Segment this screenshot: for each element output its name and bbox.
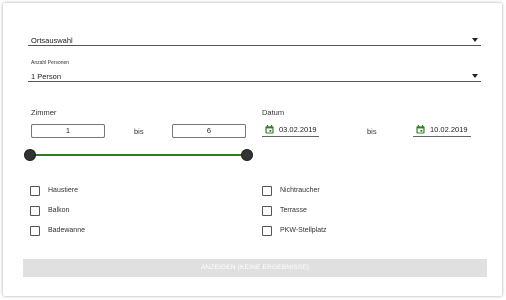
rooms-max-input[interactable]: 6 [172,124,246,138]
date-from-field[interactable]: 03.02.2019 [262,124,319,137]
persons-select[interactable]: 1 Person [28,69,481,82]
caret-down-icon [472,38,478,42]
checkbox-box[interactable] [30,226,40,236]
show-results-button[interactable]: ANZEIGEN (KEINE ERGEBNISSE) [23,259,487,277]
rooms-slider-max-handle[interactable] [241,149,253,161]
checkbox-label: Haustiere [48,187,78,194]
rooms-slider-track[interactable] [30,154,247,156]
calendar-icon [416,125,425,134]
persons-select-value: 1 Person [31,72,62,81]
date-to-field[interactable]: 10.02.2019 [413,124,471,137]
rooms-separator: bis [134,127,144,136]
checkbox-label: PKW-Stellplatz [280,227,327,234]
calendar-icon [265,125,274,134]
date-to-value: 10.02.2019 [430,125,468,134]
checkbox-box[interactable] [262,226,272,236]
rooms-label: Zimmer [31,108,57,117]
search-filter-card [3,3,502,296]
checkbox-label: Badewanne [48,227,85,234]
checkbox-box[interactable] [262,206,272,216]
location-select-value: Ortsauswahl [31,36,73,45]
checkbox-label: Terrasse [280,207,307,214]
location-select[interactable]: Ortsauswahl [28,34,481,46]
checkbox-box[interactable] [30,186,40,196]
rooms-slider-min-handle[interactable] [24,149,36,161]
date-separator: bis [367,127,377,136]
checkbox-box[interactable] [262,186,272,196]
caret-down-icon [472,74,478,78]
checkbox-label: Balkon [48,207,70,214]
date-label: Datum [262,108,285,117]
checkbox-box[interactable] [30,206,40,216]
checkbox-label: Nichtraucher [280,187,320,194]
persons-label: Anzahl Personen [31,60,70,66]
rooms-min-input[interactable]: 1 [31,124,105,138]
date-from-value: 03.02.2019 [279,125,317,134]
